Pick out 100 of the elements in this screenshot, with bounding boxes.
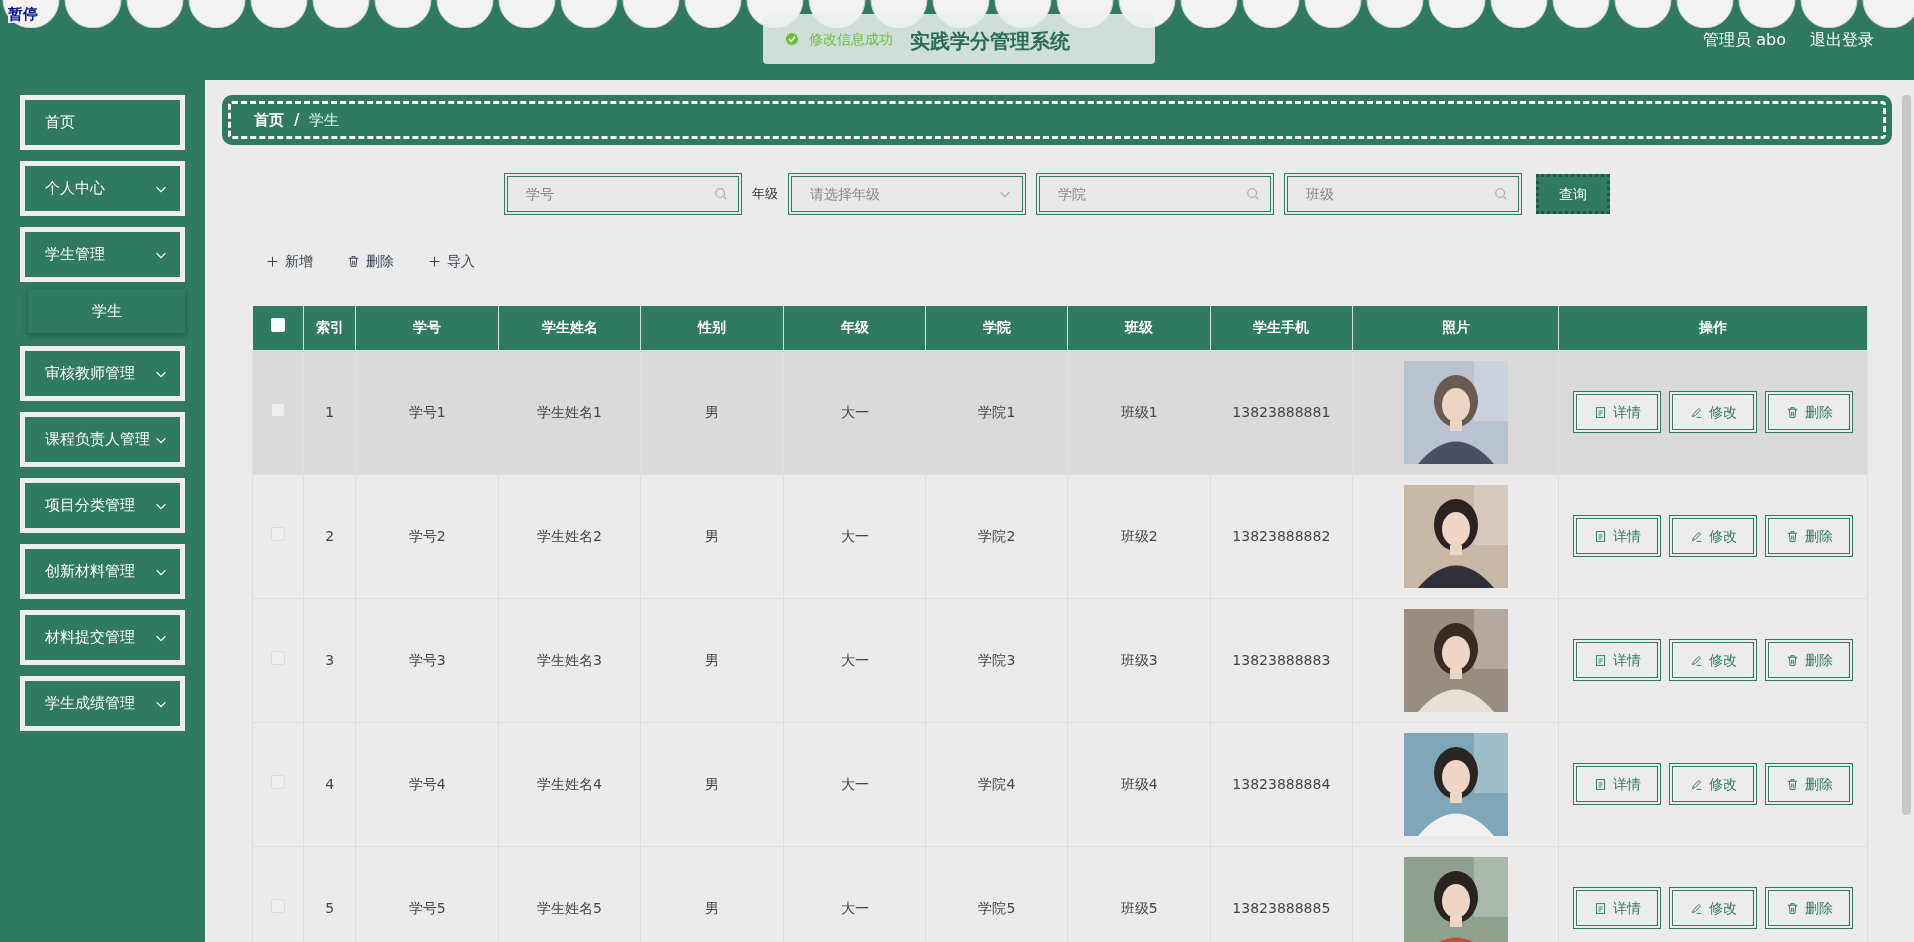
- edit-button[interactable]: 修改: [1669, 887, 1758, 929]
- table-cell: 1: [325, 403, 335, 420]
- table-cell: 学生姓名5: [537, 899, 603, 916]
- table-cell: 学院3: [978, 651, 1016, 668]
- table-row[interactable]: 1 学号1 学生姓名1 男 大一 学院1 班级1 13823888881 详情 修改 删除: [252, 350, 1868, 474]
- table-cell: 学生姓名2: [537, 527, 603, 544]
- column-header: 学生姓名: [498, 306, 641, 350]
- table-cell: 学生姓名3: [537, 651, 603, 668]
- delete-button[interactable]: 删除: [1765, 887, 1854, 929]
- sidebar-item[interactable]: 审核教师管理: [20, 346, 185, 401]
- breadcrumb-separator: /: [294, 109, 300, 131]
- table-cell: 学号3: [408, 651, 446, 668]
- table-cell: 学号4: [408, 775, 446, 792]
- edit-button[interactable]: 修改: [1669, 763, 1758, 805]
- text-input[interactable]: 学号: [524, 182, 714, 206]
- text-input[interactable]: 请选择年级: [808, 182, 998, 206]
- scrollbar[interactable]: [1902, 95, 1911, 815]
- toast-text: 修改信息成功: [809, 29, 893, 49]
- table-row[interactable]: 5 学号5 学生姓名5 男 大一 学院5 班级5 13823888885 详情 修改 删除: [252, 846, 1868, 942]
- delete-button[interactable]: 删除: [1765, 391, 1854, 433]
- search-icon: [714, 187, 728, 201]
- edit-button[interactable]: 修改: [1669, 515, 1758, 557]
- app-title: 实践学分管理系统: [910, 28, 1070, 55]
- pencil-icon: [1689, 405, 1703, 419]
- sidebar-item[interactable]: 课程负责人管理: [20, 412, 185, 467]
- search-field[interactable]: 学院: [1036, 173, 1274, 215]
- sidebar-item[interactable]: 项目分类管理: [20, 478, 185, 533]
- table-row[interactable]: 2 学号2 学生姓名2 男 大一 学院2 班级2 13823888882 详情 修改 删除: [252, 474, 1868, 598]
- column-header: 年级: [783, 306, 926, 350]
- table-cell: 学院2: [978, 527, 1016, 544]
- details-button[interactable]: 详情: [1573, 515, 1662, 557]
- table-cell: 学生姓名4: [537, 775, 603, 792]
- table-cell: 班级4: [1120, 775, 1158, 792]
- pencil-icon: [1689, 653, 1703, 667]
- column-header: 操作: [1558, 306, 1868, 350]
- details-button[interactable]: 详情: [1573, 391, 1662, 433]
- plus-icon: [428, 255, 441, 268]
- search-field[interactable]: 学号: [504, 173, 742, 215]
- table-cell: 大一: [840, 403, 869, 420]
- table-cell: 男: [704, 775, 719, 792]
- table-cell: 4: [325, 775, 335, 792]
- logout-link[interactable]: 退出登录: [1810, 28, 1874, 52]
- sidebar-subitem[interactable]: 学生: [28, 289, 185, 333]
- table-cell: 13823888882: [1232, 527, 1331, 544]
- edit-button[interactable]: 修改: [1669, 639, 1758, 681]
- trash-icon: [347, 255, 360, 268]
- toolbar-button[interactable]: 新增: [266, 251, 313, 272]
- delete-button[interactable]: 删除: [1765, 639, 1854, 681]
- table-row[interactable]: 4 学号4 学生姓名4 男 大一 学院4 班级4 13823888884 详情 修改 删除: [252, 722, 1868, 846]
- table-cell: 男: [704, 899, 719, 916]
- pencil-icon: [1689, 529, 1703, 543]
- table-cell: 3: [325, 651, 335, 668]
- table-cell: 13823888881: [1232, 403, 1331, 420]
- query-button[interactable]: 查询: [1536, 174, 1610, 214]
- table-cell: 学生姓名1: [537, 403, 603, 420]
- select-all-checkbox[interactable]: [270, 318, 285, 333]
- table-cell: 班级5: [1120, 899, 1158, 916]
- sidebar-item[interactable]: 首页: [20, 95, 185, 150]
- trash-icon: [1785, 653, 1799, 667]
- table-cell: 2: [325, 527, 335, 544]
- table-cell: 5: [325, 899, 335, 916]
- table-cell: 13823888885: [1232, 899, 1331, 916]
- search-icon: [1494, 187, 1508, 201]
- column-header: 索引: [303, 306, 356, 350]
- trash-icon: [1785, 405, 1799, 419]
- document-icon: [1593, 653, 1607, 667]
- table-row[interactable]: 3 学号3 学生姓名3 男 大一 学院3 班级3 13823888883 详情 修改 删除: [252, 598, 1868, 722]
- search-field[interactable]: 班级: [1284, 173, 1522, 215]
- delete-button[interactable]: 删除: [1765, 763, 1854, 805]
- details-button[interactable]: 详情: [1573, 639, 1662, 681]
- select-field[interactable]: 请选择年级: [788, 173, 1026, 215]
- sidebar-item[interactable]: 材料提交管理: [20, 610, 185, 665]
- table-cell: 学院5: [978, 899, 1016, 916]
- sidebar-item[interactable]: 个人中心: [20, 161, 185, 216]
- details-button[interactable]: 详情: [1573, 763, 1662, 805]
- delete-button[interactable]: 删除: [1765, 515, 1854, 557]
- sidebar-item[interactable]: 创新材料管理: [20, 544, 185, 599]
- table-cell: 大一: [840, 527, 869, 544]
- toolbar-button[interactable]: 删除: [347, 251, 394, 272]
- table-cell: 班级2: [1120, 527, 1158, 544]
- trash-icon: [1785, 777, 1799, 791]
- overlay-label: 暂停: [8, 6, 38, 23]
- sidebar-item[interactable]: 学生成绩管理: [20, 676, 185, 731]
- table-cell: 13823888884: [1232, 775, 1331, 792]
- toolbar-button[interactable]: 导入: [428, 251, 475, 272]
- sidebar-item[interactable]: 学生管理: [20, 227, 185, 282]
- plus-icon: [266, 255, 279, 268]
- text-input[interactable]: 班级: [1304, 182, 1494, 206]
- table-cell: 男: [704, 651, 719, 668]
- edit-button[interactable]: 修改: [1669, 391, 1758, 433]
- success-icon: [785, 32, 799, 46]
- trash-icon: [1785, 901, 1799, 915]
- table-cell: 班级3: [1120, 651, 1158, 668]
- table-cell: 男: [704, 403, 719, 420]
- table-cell: 大一: [840, 775, 869, 792]
- column-header: 学生手机: [1210, 306, 1353, 350]
- document-icon: [1593, 529, 1607, 543]
- breadcrumb-link[interactable]: 首页: [254, 108, 284, 132]
- details-button[interactable]: 详情: [1573, 887, 1662, 929]
- text-input[interactable]: 学院: [1056, 182, 1246, 206]
